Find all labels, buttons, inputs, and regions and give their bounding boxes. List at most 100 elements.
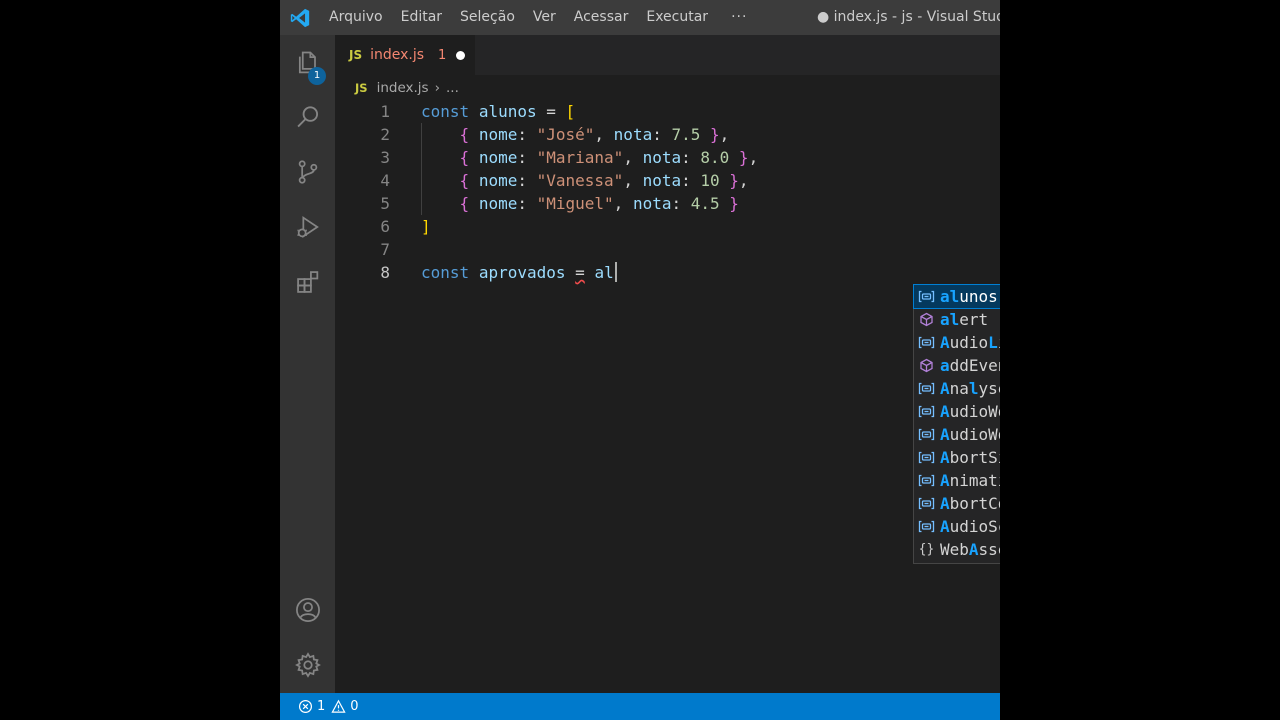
activity-run-debug[interactable] — [280, 203, 335, 251]
code-token: , — [613, 194, 633, 213]
menu-executar[interactable]: Executar — [637, 0, 717, 35]
js-file-icon: JS — [349, 48, 363, 62]
code-token: "Miguel" — [536, 194, 614, 213]
code-token: nome — [478, 125, 518, 144]
code-line[interactable]: 7 — [335, 238, 1000, 261]
code-token: nota — [642, 171, 682, 190]
label-text: istener — [998, 333, 1000, 352]
variable-icon — [918, 289, 935, 304]
vscode-window: Arquivo Editar Seleção Ver Acessar Execu… — [280, 0, 1000, 720]
label-text: udioWork — [949, 425, 1000, 444]
activity-explorer[interactable]: 1 — [280, 39, 335, 87]
variable-icon — [918, 519, 935, 534]
code-line[interactable]: 4 { nome: "Vanessa", nota: 10 }, — [335, 169, 1000, 192]
code-token: } — [729, 194, 739, 213]
variable-icon — [918, 381, 935, 396]
match-highlight: A — [940, 425, 950, 444]
activity-manage[interactable] — [280, 641, 335, 689]
variable-icon — [918, 335, 935, 350]
code-token: : — [681, 171, 701, 190]
match-highlight: A — [968, 540, 979, 559]
code-token: 4.5 — [690, 194, 720, 213]
code-token: : — [517, 125, 537, 144]
chevron-right-icon: › — [434, 80, 440, 96]
suggestion-item[interactable]: addEventListener — [914, 354, 1000, 377]
activity-source-control[interactable] — [280, 148, 335, 196]
line-number: 3 — [380, 148, 390, 167]
code-editor[interactable]: 1 const alunos = [2 { nome: "José", nota:… — [335, 100, 1000, 693]
code-line[interactable]: 1 const alunos = [ — [335, 100, 1000, 123]
suggestion-label: AnimationPlaybackEvent — [940, 469, 1000, 492]
activity-search[interactable] — [280, 93, 335, 141]
suggestion-label: AudioListener — [940, 331, 1000, 354]
code-line[interactable]: 3 { nome: "Mariana", nota: 8.0 }, — [335, 146, 1000, 169]
tab-index-js[interactable]: JS index.js 1 — [335, 35, 475, 75]
match-highlight: A — [940, 379, 950, 398]
code-line[interactable]: 8 const aprovados = al — [335, 261, 1000, 284]
menu-acessar[interactable]: Acessar — [565, 0, 638, 35]
code-token: } — [710, 125, 720, 144]
suggestion-label: alunos — [940, 285, 998, 308]
match-highlight: A — [940, 333, 950, 352]
breadcrumb-more[interactable]: ... — [446, 80, 459, 96]
suggestion-item[interactable]: AudioWorkletNode — [914, 423, 1000, 446]
title-bar: Arquivo Editar Seleção Ver Acessar Execu… — [280, 0, 1000, 35]
text-cursor — [614, 262, 617, 282]
label-text: udio — [949, 333, 989, 352]
code-token: } — [729, 171, 739, 190]
code-line[interactable]: 6] — [335, 215, 1000, 238]
suggestion-item[interactable]: alert — [914, 308, 1000, 331]
suggestion-item[interactable]: AnalyserNode — [914, 377, 1000, 400]
code-token: , — [623, 148, 643, 167]
code-token: alunos — [478, 102, 537, 121]
suggestion-item[interactable]: {} WebAssembly — [914, 538, 1000, 561]
suggestion-item[interactable]: alunosconst alunos: { nome: s — [913, 284, 1000, 309]
error-icon — [298, 699, 313, 714]
activity-accounts[interactable] — [280, 586, 335, 634]
menu-arquivo[interactable]: Arquivo — [320, 0, 392, 35]
suggestion-item[interactable]: AudioWorklet — [914, 400, 1000, 423]
variable-icon — [918, 473, 935, 488]
match-highlight: L — [988, 333, 998, 352]
code-token: nome — [478, 148, 518, 167]
menu-more-icon[interactable]: ··· — [717, 0, 761, 35]
suggestion-label: AbortSignal — [940, 446, 1000, 469]
gear-icon — [294, 652, 321, 678]
match-highlight: l — [968, 379, 979, 398]
window-title: ● index.js - js - Visual Studio C — [817, 9, 1000, 25]
problems-status[interactable]: 1 0 — [298, 699, 359, 714]
activity-extensions[interactable] — [280, 258, 335, 306]
code-token: : — [517, 171, 537, 190]
suggestion-item[interactable]: AnimationPlaybackEvent — [914, 469, 1000, 492]
match-highlight: al — [940, 287, 960, 306]
breadcrumb-file[interactable]: index.js — [377, 80, 429, 96]
suggestion-item[interactable]: AudioListener — [914, 331, 1000, 354]
suggestion-item[interactable]: AudioScheduledSourceNode — [914, 515, 1000, 538]
menu-ver[interactable]: Ver — [524, 0, 565, 35]
code-token: , — [748, 148, 759, 167]
code-token: { — [459, 148, 470, 167]
suggestion-label: addEventListener — [940, 354, 1000, 377]
code-token: nome — [478, 171, 518, 190]
menu-selecao[interactable]: Seleção — [451, 0, 524, 35]
suggestion-label: alert — [940, 308, 988, 331]
code-line[interactable]: 2 { nome: "José", nota: 7.5 }, — [335, 123, 1000, 146]
suggest-widget: alunosconst alunos: { nome: salertAudioL… — [913, 284, 1000, 564]
code-text: const alunos = [ — [421, 100, 575, 123]
code-token: nota — [613, 125, 653, 144]
tab-error-count: 1 — [438, 47, 447, 63]
label-text: ddEvent — [949, 356, 1000, 375]
menu-editar[interactable]: Editar — [392, 0, 451, 35]
suggestion-item[interactable]: AbortSignal — [914, 446, 1000, 469]
editor-tabs: JS index.js 1 — [335, 35, 1000, 75]
line-number: 7 — [380, 240, 390, 259]
unsaved-dot-icon[interactable] — [456, 50, 466, 60]
suggestion-item[interactable]: AbortController — [914, 492, 1000, 515]
run-debug-icon — [297, 216, 319, 238]
code-line[interactable]: 5 { nome: "Miguel", nota: 4.5 } — [335, 192, 1000, 215]
